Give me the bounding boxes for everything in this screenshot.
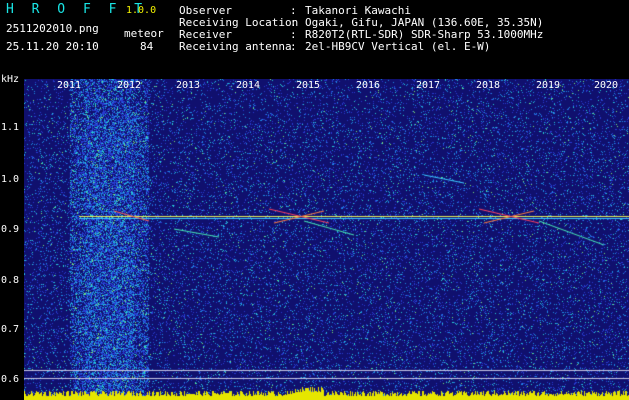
spectrogram-panel: 2011 2012 2013 2014 2015 2016 2017 2018 … xyxy=(24,79,629,400)
time-tick-label: 2012 xyxy=(117,80,142,91)
app-version: 1.0.0 xyxy=(126,5,157,16)
time-tick-label: 2017 xyxy=(416,80,441,91)
time-tick-label: 2014 xyxy=(236,80,261,91)
meteor-count-label: meteor xyxy=(124,27,164,40)
time-tick-label: 2011 xyxy=(57,80,82,91)
meteor-count-value: 84 xyxy=(140,40,154,53)
frequency-unit-label: kHz xyxy=(1,74,20,85)
time-tick-label: 2016 xyxy=(356,80,381,91)
frequency-tick-label: 0.8 xyxy=(1,275,20,286)
timestamp: 25.11.20 20:10 xyxy=(6,40,99,53)
frequency-tick-label: 0.6 xyxy=(1,374,20,385)
frequency-axis: kHz 1.1 1.0 0.9 0.8 0.7 0.6 xyxy=(0,74,24,400)
antenna-label: Receiving antenna xyxy=(179,40,292,53)
time-tick-label: 2015 xyxy=(296,80,321,91)
antenna-value: 2el-HB9CV Vertical (el. E-W) xyxy=(305,40,491,53)
frequency-tick-label: 0.9 xyxy=(1,224,20,235)
spectrogram-canvas xyxy=(24,79,629,400)
header: H R O F F T 1.0.0 2511202010.png 25.11.2… xyxy=(0,0,629,78)
time-tick-label: 2020 xyxy=(594,80,619,91)
frequency-tick-label: 0.7 xyxy=(1,324,20,335)
frequency-tick-label: 1.1 xyxy=(1,122,20,133)
filename: 2511202010.png xyxy=(6,22,99,35)
info-separator: : xyxy=(290,40,297,53)
time-tick-label: 2018 xyxy=(476,80,501,91)
time-tick-label: 2019 xyxy=(536,80,561,91)
time-tick-label: 2013 xyxy=(176,80,201,91)
frequency-tick-label: 1.0 xyxy=(1,174,20,185)
